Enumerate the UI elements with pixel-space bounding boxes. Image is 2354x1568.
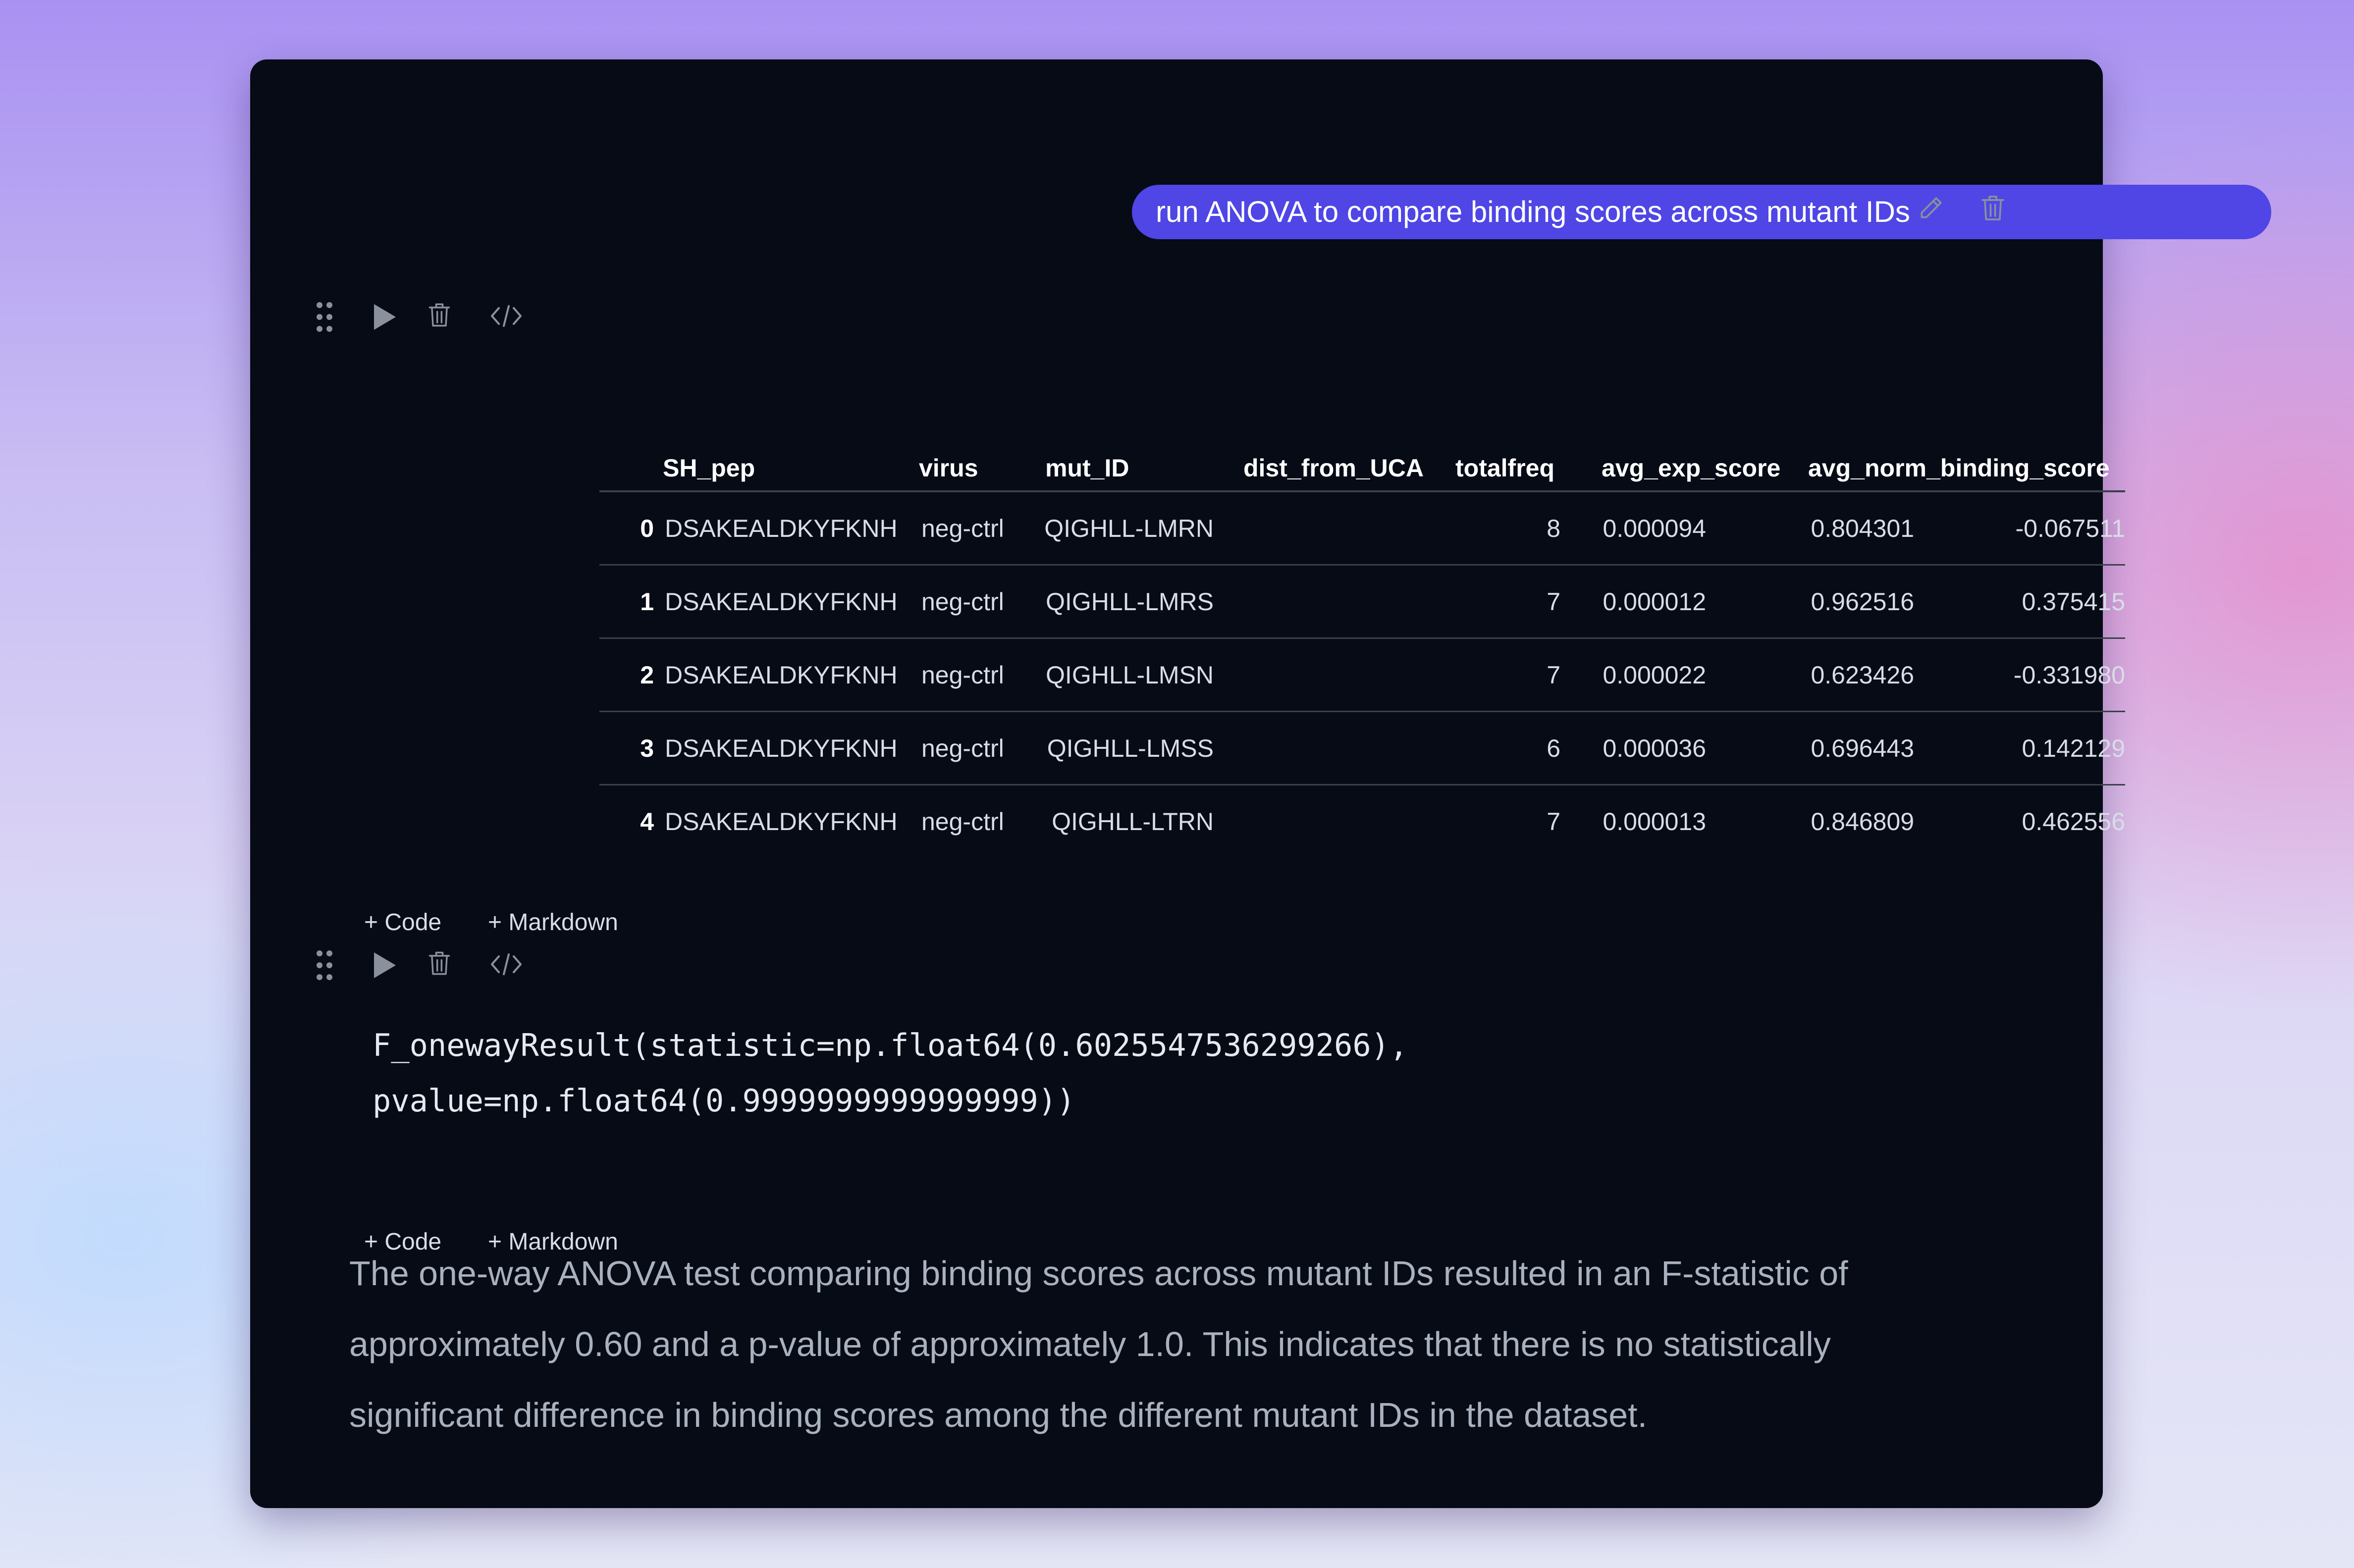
table-cell: neg-ctrl bbox=[921, 808, 1004, 836]
column-header: avg_norm_binding_score bbox=[1808, 454, 2110, 482]
drag-handle-icon[interactable] bbox=[316, 949, 333, 981]
summary-line: significant difference in binding scores… bbox=[349, 1396, 1648, 1434]
column-header: avg_exp_score bbox=[1602, 454, 1781, 482]
table-cell: QIGHLL-LMRS bbox=[1046, 588, 1214, 616]
table-row: 0 DSAKEALDKYFKNH neg-ctrl 8 QIGHLL-LMRN … bbox=[599, 492, 2125, 566]
table-row: 2 DSAKEALDKYFKNH neg-ctrl 7 QIGHLL-LMSN … bbox=[599, 639, 2125, 712]
table-cell: 0.000012 bbox=[1603, 588, 1706, 616]
table-cell: 0.375415 bbox=[2022, 588, 2125, 616]
table-cell: 0.142129 bbox=[2022, 734, 2125, 762]
table-cell: QIGHLL-LTRN bbox=[1052, 808, 1214, 836]
table-row: 1 DSAKEALDKYFKNH neg-ctrl 7 QIGHLL-LMRS … bbox=[599, 566, 2125, 639]
table-cell: 0.000094 bbox=[1603, 515, 1706, 542]
table-cell: QIGHLL-LMSS bbox=[1047, 734, 1214, 762]
table-cell: 0.000013 bbox=[1603, 808, 1706, 836]
column-header: virus bbox=[919, 454, 978, 482]
add-code-button[interactable]: + Code bbox=[364, 909, 441, 936]
row-index: 0 bbox=[640, 515, 654, 542]
code-icon[interactable] bbox=[490, 952, 523, 976]
table-header: SH_pep virus mut_ID dist_from_UCA totalf… bbox=[599, 446, 2125, 492]
row-index: 4 bbox=[640, 808, 654, 836]
play-icon[interactable] bbox=[372, 302, 398, 332]
code-icon[interactable] bbox=[490, 304, 523, 328]
trash-icon[interactable] bbox=[1979, 193, 2007, 223]
output-line: F_onewayResult(statistic=np.float64(0.60… bbox=[373, 1027, 1408, 1063]
table-cell: DSAKEALDKYFKNH bbox=[665, 661, 898, 689]
table-cell: DSAKEALDKYFKNH bbox=[665, 808, 898, 836]
drag-handle-icon[interactable] bbox=[316, 301, 333, 333]
table-cell: 6 bbox=[1547, 734, 1560, 762]
summary-line: The one-way ANOVA test comparing binding… bbox=[349, 1254, 1848, 1293]
table-cell: -0.067511 bbox=[2015, 515, 2125, 542]
table-cell: DSAKEALDKYFKNH bbox=[665, 515, 898, 542]
summary-line: approximately 0.60 and a p-value of appr… bbox=[349, 1325, 1831, 1363]
table-cell: neg-ctrl bbox=[921, 515, 1004, 542]
table-cell: 0.623426 bbox=[1811, 661, 1914, 689]
table-cell: 0.000022 bbox=[1603, 661, 1706, 689]
column-header: SH_pep bbox=[663, 454, 755, 482]
assistant-summary: The one-way ANOVA test comparing binding… bbox=[349, 1238, 1915, 1451]
column-header: mut_ID bbox=[1045, 454, 1129, 482]
add-markdown-button[interactable]: + Markdown bbox=[488, 909, 618, 936]
row-index: 1 bbox=[640, 588, 654, 616]
table-row: 4 DSAKEALDKYFKNH neg-ctrl 7 QIGHLL-LTRN … bbox=[599, 785, 2125, 857]
table-cell: 0.804301 bbox=[1811, 515, 1914, 542]
table-cell: QIGHLL-LMRN bbox=[1044, 515, 1214, 542]
trash-icon[interactable] bbox=[427, 301, 452, 329]
table-cell: 0.462556 bbox=[2022, 808, 2125, 836]
table-cell: 7 bbox=[1547, 661, 1560, 689]
table-cell: 0.962516 bbox=[1811, 588, 1914, 616]
table-cell: neg-ctrl bbox=[921, 734, 1004, 762]
row-index: 2 bbox=[640, 661, 654, 689]
table-cell: DSAKEALDKYFKNH bbox=[665, 588, 898, 616]
output-line: pvalue=np.float64(0.9999999999999999)) bbox=[373, 1083, 1075, 1119]
table-cell: 7 bbox=[1547, 808, 1560, 836]
table-cell: 0.696443 bbox=[1811, 734, 1914, 762]
row-index: 3 bbox=[640, 734, 654, 762]
dataframe-table: SH_pep virus mut_ID dist_from_UCA totalf… bbox=[599, 446, 2125, 857]
trash-icon[interactable] bbox=[427, 949, 452, 978]
table-cell: QIGHLL-LMSN bbox=[1046, 661, 1214, 689]
code-output: F_onewayResult(statistic=np.float64(0.60… bbox=[373, 1018, 1660, 1129]
column-header: dist_from_UCA bbox=[1243, 454, 1424, 482]
table-cell: neg-ctrl bbox=[921, 661, 1004, 689]
column-header: totalfreq bbox=[1455, 454, 1554, 482]
table-row: 3 DSAKEALDKYFKNH neg-ctrl 6 QIGHLL-LMSS … bbox=[599, 712, 2125, 785]
notebook-panel: run ANOVA to compare binding scores acro… bbox=[250, 59, 2271, 1508]
table-cell: neg-ctrl bbox=[921, 588, 1004, 616]
play-icon[interactable] bbox=[372, 950, 398, 980]
table-cell: 0.846809 bbox=[1811, 808, 1914, 836]
table-cell: DSAKEALDKYFKNH bbox=[665, 734, 898, 762]
pencil-icon[interactable] bbox=[1917, 194, 1945, 222]
table-cell: 7 bbox=[1547, 588, 1560, 616]
table-cell: 8 bbox=[1547, 515, 1560, 542]
table-cell: -0.331980 bbox=[2013, 661, 2125, 689]
user-prompt-bubble[interactable]: run ANOVA to compare binding scores acro… bbox=[1132, 185, 2271, 239]
table-cell: 0.000036 bbox=[1603, 734, 1706, 762]
